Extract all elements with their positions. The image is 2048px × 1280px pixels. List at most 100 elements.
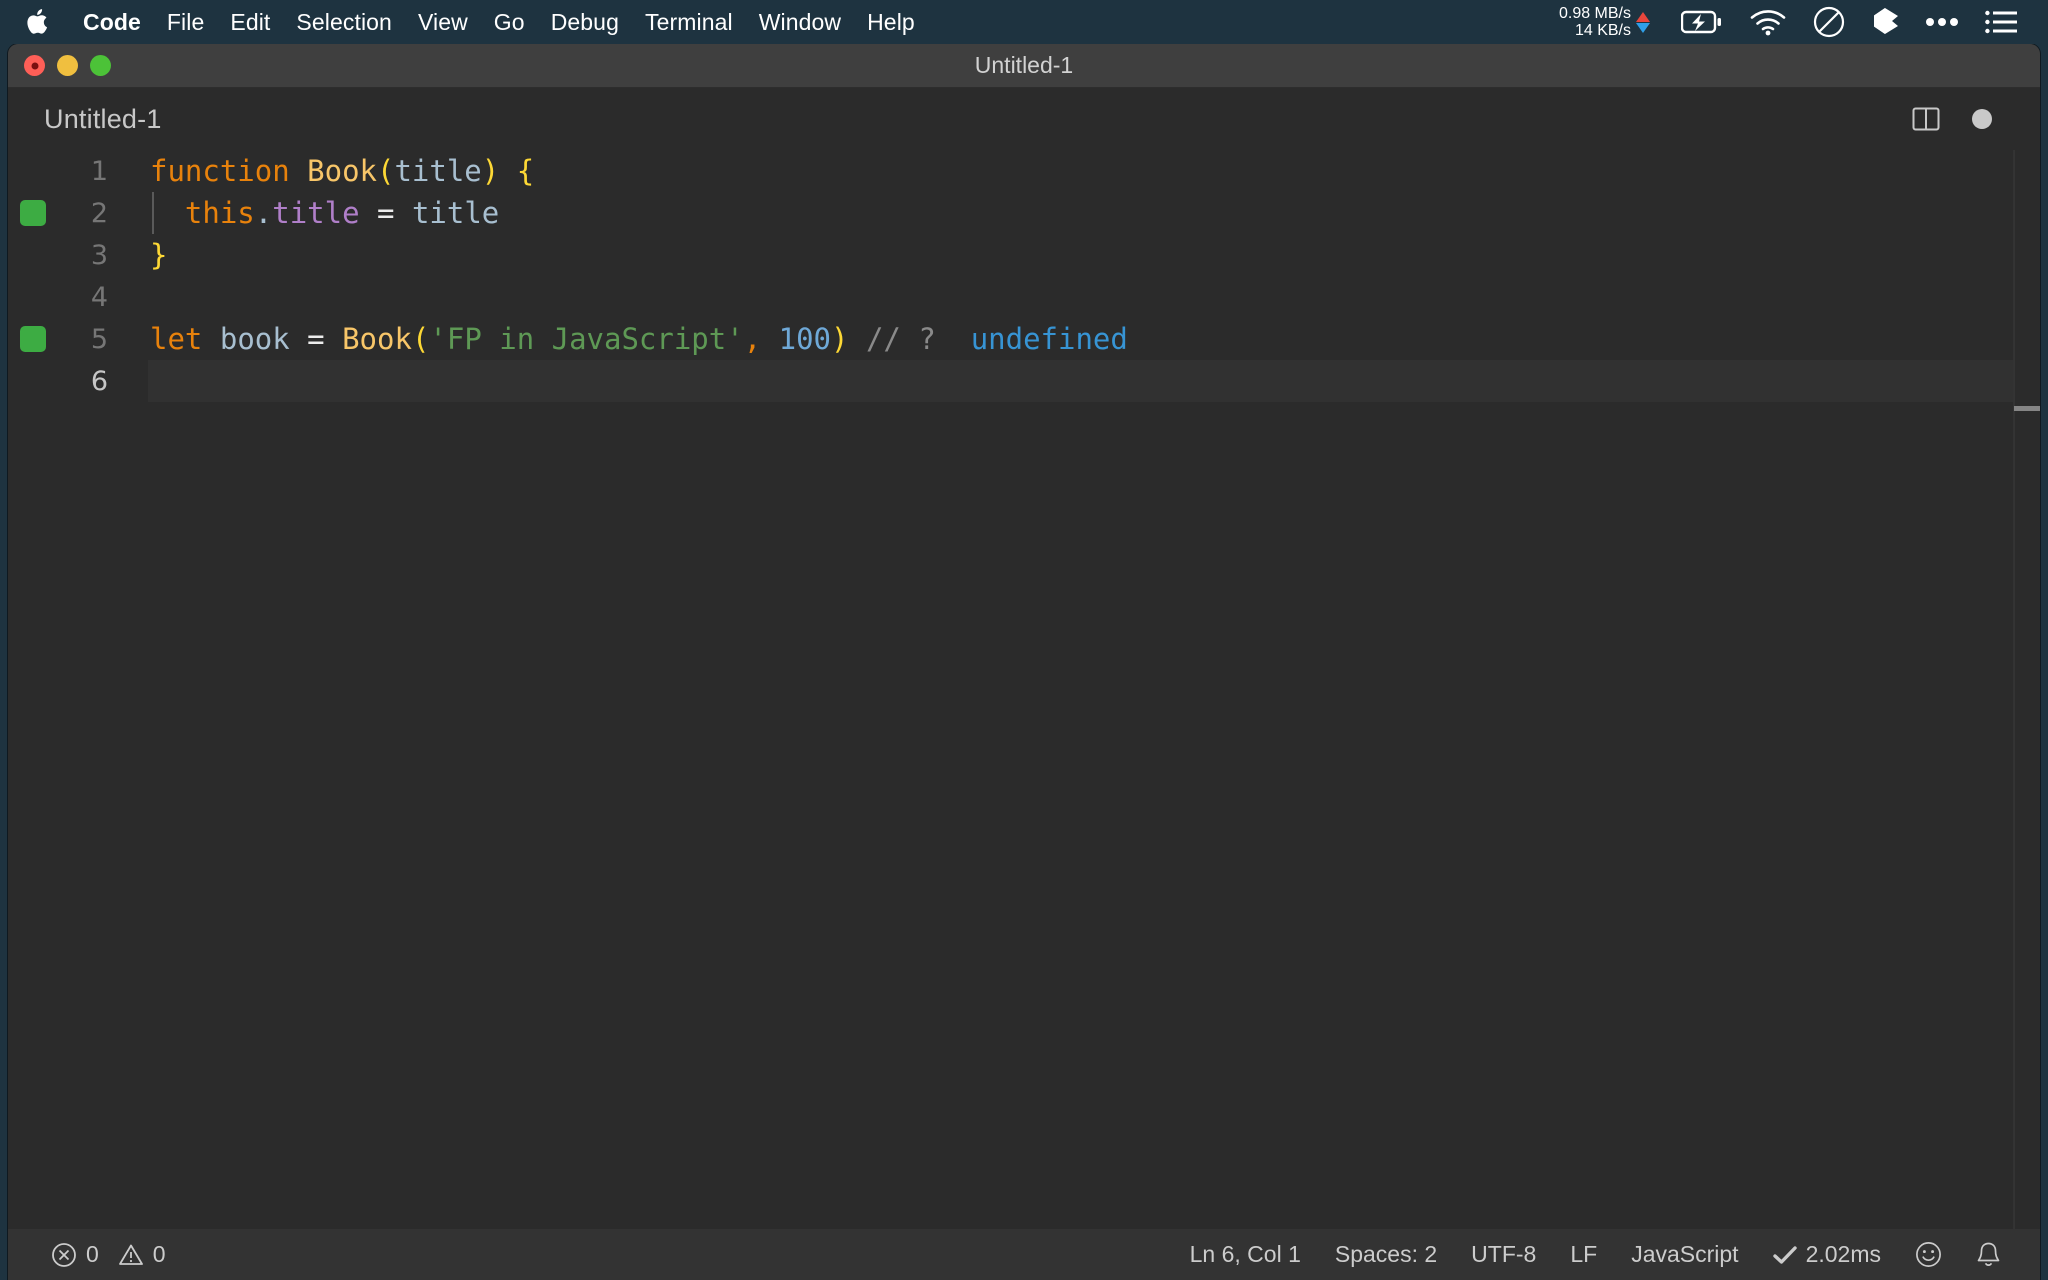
bell-shape xyxy=(1976,1241,2001,1268)
encoding-setting[interactable]: UTF-8 xyxy=(1454,1237,1553,1272)
code-token: let xyxy=(150,322,202,356)
code-token: book xyxy=(220,322,290,356)
ellipsis-icon[interactable] xyxy=(1925,17,1959,27)
error-count: 0 xyxy=(86,1241,99,1268)
download-speed-label: 14 KB/s xyxy=(1575,22,1631,39)
list-menu-icon[interactable] xyxy=(1985,9,2017,35)
code-token: // ? xyxy=(866,322,936,356)
code-token xyxy=(150,196,185,230)
download-arrow-icon xyxy=(1636,23,1650,33)
menu-item-terminal[interactable]: Terminal xyxy=(632,7,746,38)
gutter-change-marker[interactable] xyxy=(20,326,46,352)
menu-item-edit[interactable]: Edit xyxy=(217,7,283,38)
code-token: = xyxy=(290,322,342,356)
code-token: title xyxy=(412,196,499,230)
window-title: Untitled-1 xyxy=(8,52,2040,79)
code-content[interactable]: } xyxy=(108,238,167,272)
window-title-bar: Untitled-1 xyxy=(8,44,2040,88)
code-content[interactable]: let book = Book('FP in JavaScript', 100)… xyxy=(108,322,1128,356)
code-token: = xyxy=(360,196,412,230)
line-number: 3 xyxy=(8,240,108,271)
code-token xyxy=(290,154,307,188)
code-token: Book xyxy=(342,322,412,356)
line-number: 4 xyxy=(8,282,108,313)
menu-item-file[interactable]: File xyxy=(154,7,217,38)
upload-arrow-icon xyxy=(1636,12,1650,22)
code-token: 100 xyxy=(779,322,831,356)
menu-item-go[interactable]: Go xyxy=(481,7,538,38)
code-token: ) xyxy=(831,322,848,356)
indentation-setting[interactable]: Spaces: 2 xyxy=(1318,1237,1454,1272)
check-icon xyxy=(1773,1245,1797,1265)
warning-count: 0 xyxy=(153,1241,166,1268)
upload-speed-label: 0.98 MB/s xyxy=(1559,5,1631,22)
menu-item-code[interactable]: Code xyxy=(70,7,154,38)
code-token: title xyxy=(272,196,359,230)
scrollbar-thumb[interactable] xyxy=(2014,406,2040,411)
code-token xyxy=(936,322,971,356)
code-token: undefined xyxy=(971,322,1128,356)
code-token: . xyxy=(255,196,272,230)
code-token xyxy=(202,322,219,356)
smiley-shape xyxy=(1915,1241,1942,1268)
code-editor[interactable]: 1function Book(title) {2 this.title = ti… xyxy=(8,150,2040,1229)
code-lines-container: 1function Book(title) {2 this.title = ti… xyxy=(8,150,2040,402)
line-number: 6 xyxy=(8,366,108,397)
code-line[interactable]: 5let book = Book('FP in JavaScript', 100… xyxy=(8,318,2040,360)
line-number: 1 xyxy=(8,156,108,187)
code-token: title xyxy=(394,154,481,188)
apple-logo-icon[interactable] xyxy=(24,7,50,37)
split-editor-icon[interactable] xyxy=(1898,94,1954,144)
code-line[interactable]: 6 xyxy=(8,360,2040,402)
network-speed-indicator[interactable]: 0.98 MB/s 14 KB/s xyxy=(1559,5,1650,39)
code-token: Book xyxy=(307,154,377,188)
code-token: this xyxy=(185,196,255,230)
code-line[interactable]: 4 xyxy=(8,276,2040,318)
code-token: ( xyxy=(412,322,429,356)
eol-setting[interactable]: LF xyxy=(1553,1237,1614,1272)
menu-bar-status-items: 0.98 MB/s 14 KB/s xyxy=(1559,5,2030,39)
code-token xyxy=(499,154,516,188)
code-token xyxy=(848,322,865,356)
tab-untitled-1[interactable]: Untitled-1 xyxy=(8,104,162,135)
close-button[interactable] xyxy=(24,55,45,76)
code-line[interactable]: 1function Book(title) { xyxy=(8,150,2040,192)
editor-scrollbar[interactable] xyxy=(2014,150,2040,1229)
menu-item-view[interactable]: View xyxy=(405,7,481,38)
feedback-smiley-icon[interactable] xyxy=(1898,1237,1959,1272)
status-bar-right: Ln 6, Col 1 Spaces: 2 UTF-8 LF JavaScrip… xyxy=(1173,1237,2040,1272)
battery-charging-icon[interactable] xyxy=(1681,9,1723,35)
notifications-bell-icon[interactable] xyxy=(1959,1237,2018,1272)
unsaved-changes-dot[interactable] xyxy=(1954,94,2010,144)
status-bar-left: 0 0 xyxy=(8,1237,183,1272)
run-time-label: 2.02ms xyxy=(1806,1241,1881,1268)
minimize-button[interactable] xyxy=(57,55,78,76)
code-content[interactable]: function Book(title) { xyxy=(108,154,534,188)
gutter-change-marker[interactable] xyxy=(20,200,46,226)
menu-bar-items: Code File Edit Selection View Go Debug T… xyxy=(24,7,928,38)
macos-menu-bar: Code File Edit Selection View Go Debug T… xyxy=(0,0,2048,44)
wifi-icon[interactable] xyxy=(1749,9,1787,36)
warning-triangle-icon xyxy=(118,1243,144,1267)
vscode-window: Untitled-1 Untitled-1 1function Book(tit… xyxy=(8,44,2040,1280)
editor-tab-bar: Untitled-1 xyxy=(8,88,2040,150)
problems-status[interactable]: 0 0 xyxy=(34,1237,183,1272)
menu-item-selection[interactable]: Selection xyxy=(283,7,405,38)
current-line-highlight xyxy=(148,360,2014,402)
code-token xyxy=(761,322,778,356)
maximize-button[interactable] xyxy=(90,55,111,76)
error-circle-icon xyxy=(51,1242,77,1268)
cursor-position[interactable]: Ln 6, Col 1 xyxy=(1173,1237,1318,1272)
menu-item-debug[interactable]: Debug xyxy=(538,7,632,38)
menu-item-window[interactable]: Window xyxy=(746,7,854,38)
code-line[interactable]: 3} xyxy=(8,234,2040,276)
code-line[interactable]: 2 this.title = title xyxy=(8,192,2040,234)
code-content[interactable]: this.title = title xyxy=(108,196,499,230)
dropbox-icon[interactable] xyxy=(1871,7,1899,37)
run-status[interactable]: 2.02ms xyxy=(1756,1237,1898,1272)
language-mode[interactable]: JavaScript xyxy=(1614,1237,1755,1272)
status-bar: 0 0 Ln 6, Col 1 Spaces: 2 UTF-8 LF JavaS… xyxy=(8,1229,2040,1280)
do-not-disturb-icon[interactable] xyxy=(1813,6,1845,38)
menu-item-help[interactable]: Help xyxy=(854,7,928,38)
traffic-light-buttons xyxy=(8,55,111,76)
